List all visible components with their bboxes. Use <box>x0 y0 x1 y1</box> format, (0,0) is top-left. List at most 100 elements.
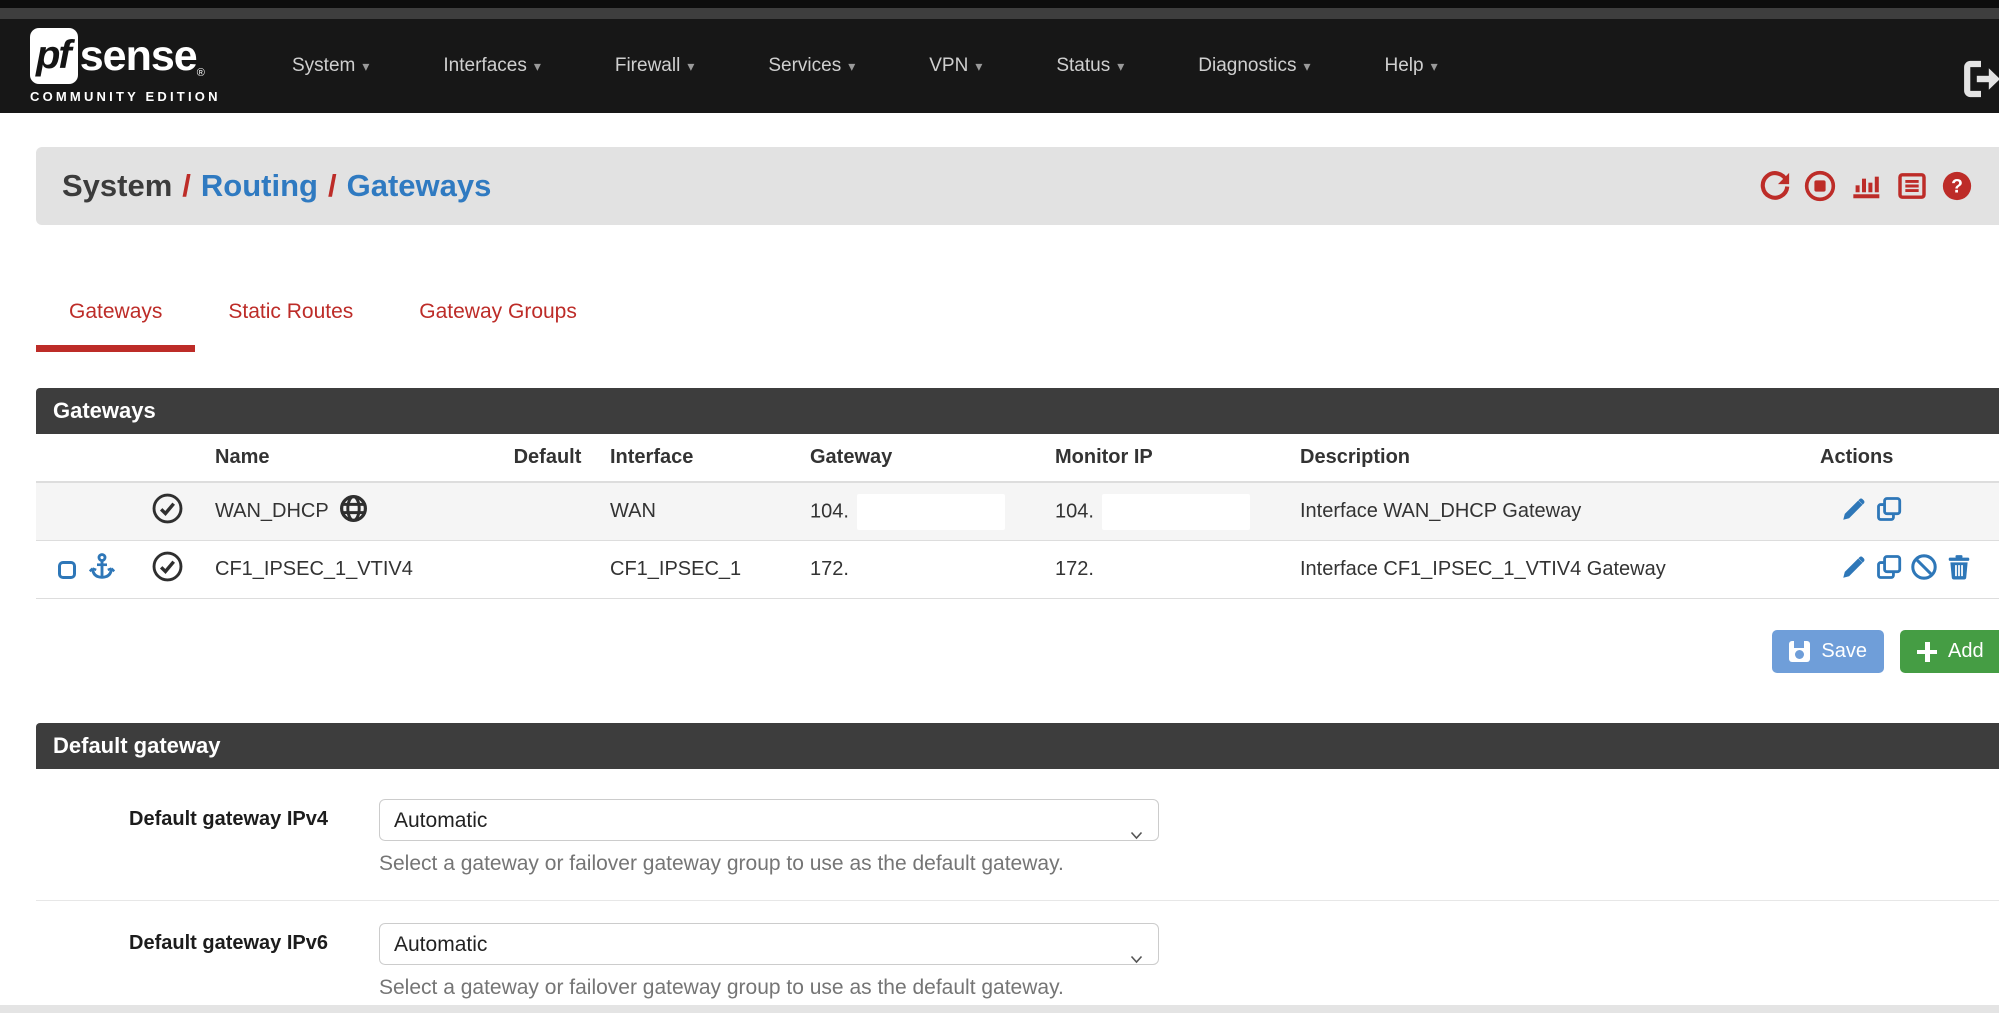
nav-item-status[interactable]: Status▾ <box>1019 55 1161 77</box>
tab-static-routes[interactable]: Static Routes <box>195 290 386 352</box>
caret-down-icon: ▾ <box>975 58 982 74</box>
plus-icon <box>1917 642 1937 662</box>
save-button[interactable]: Save <box>1772 630 1884 673</box>
breadcrumb-link-routing[interactable]: Routing <box>201 168 318 203</box>
col-actions: Actions <box>1810 434 1999 482</box>
col-name: Name <box>205 434 495 482</box>
table-header-row: Name Default Interface Gateway Monitor I… <box>36 434 1999 482</box>
description-cell: Interface CF1_IPSEC_1_VTIV4 Gateway <box>1290 541 1810 599</box>
copy-icon[interactable] <box>1875 553 1903 587</box>
tab-gateway-groups[interactable]: Gateway Groups <box>386 290 610 352</box>
caret-down-icon: ▾ <box>1303 58 1310 74</box>
nav-item-services[interactable]: Services▾ <box>731 55 892 77</box>
actions-cell <box>1810 541 1999 599</box>
chart-bars-icon[interactable] <box>1849 170 1883 202</box>
logo-edition-text: COMMUNITY EDITION <box>30 89 245 104</box>
check-circle-icon <box>151 508 184 530</box>
col-status <box>130 434 205 482</box>
copy-icon[interactable] <box>1875 495 1903 529</box>
default-gateway-ipv4-help: Select a gateway or failover gateway gro… <box>379 852 1159 876</box>
gateway-name: CF1_IPSEC_1_VTIV4 <box>215 558 413 581</box>
breadcrumb-section: System <box>62 168 172 203</box>
edit-icon[interactable] <box>1840 553 1868 587</box>
check-circle-icon <box>151 566 184 588</box>
col-default: Default <box>495 434 600 482</box>
nav-item-diagnostics[interactable]: Diagnostics▾ <box>1161 55 1347 77</box>
default-gateway-ipv6-select[interactable]: Automatic <box>379 923 1159 965</box>
logo-sense-text: sense <box>80 32 197 81</box>
select-cell <box>36 482 130 541</box>
breadcrumb-separator: / <box>182 168 191 203</box>
checkbox-square-icon[interactable] <box>58 561 76 579</box>
breadcrumb: System/Routing/Gateways <box>62 168 491 204</box>
nav-item-vpn[interactable]: VPN▾ <box>892 55 1019 77</box>
refresh-icon[interactable] <box>1759 170 1791 202</box>
interface-cell: WAN <box>600 482 800 541</box>
delete-icon[interactable] <box>1945 553 1973 587</box>
status-cell <box>130 482 205 541</box>
caret-down-icon: ▾ <box>687 58 694 74</box>
caret-down-icon: ▾ <box>534 58 541 74</box>
default-cell <box>495 541 600 599</box>
interface-cell: CF1_IPSEC_1 <box>600 541 800 599</box>
form-row-ipv6: Default gateway IPv6 Automatic Select a … <box>36 900 1999 1013</box>
disable-icon[interactable] <box>1910 553 1938 587</box>
default-gateway-ipv4-select[interactable]: Automatic <box>379 799 1159 841</box>
nav-item-interfaces[interactable]: Interfaces▾ <box>406 55 577 77</box>
select-cell <box>36 541 130 599</box>
top-gray-strip <box>0 8 1999 19</box>
caret-down-icon: ▾ <box>1117 58 1124 74</box>
gateway-cell: 172. <box>800 541 1045 599</box>
tab-gateways[interactable]: Gateways <box>36 290 195 352</box>
list-icon[interactable] <box>1896 170 1928 202</box>
top-edge-strip <box>0 0 1999 8</box>
breadcrumb-link-gateways[interactable]: Gateways <box>347 168 492 203</box>
table-row: WAN_DHCP WAN 104. 104. Interface <box>36 482 1999 541</box>
caret-down-icon: ▾ <box>362 58 369 74</box>
col-gateway: Gateway <box>800 434 1045 482</box>
gateway-name: WAN_DHCP <box>215 500 329 523</box>
col-monitor-ip: Monitor IP <box>1045 434 1290 482</box>
redaction-box <box>1102 494 1250 530</box>
form-row-ipv4: Default gateway IPv4 Automatic Select a … <box>36 777 1999 900</box>
default-gateway-panel-title: Default gateway <box>36 723 1999 769</box>
name-cell: CF1_IPSEC_1_VTIV4 <box>205 541 495 599</box>
caret-down-icon: ▾ <box>1431 58 1438 74</box>
nav-item-firewall[interactable]: Firewall▾ <box>578 55 731 77</box>
monitor-ip-cell: 172. <box>1045 541 1290 599</box>
col-interface: Interface <box>600 434 800 482</box>
default-gateway-ipv6-help: Select a gateway or failover gateway gro… <box>379 976 1159 1000</box>
help-icon[interactable]: ? <box>1941 170 1973 202</box>
col-select <box>36 434 130 482</box>
default-gateway-ipv6-label: Default gateway IPv6 <box>36 923 328 1000</box>
status-cell <box>130 541 205 599</box>
breadcrumb-bar: System/Routing/Gateways <box>36 147 1999 225</box>
nav-menu: System▾ Interfaces▾ Firewall▾ Services▾ … <box>255 55 1475 77</box>
anchor-icon <box>87 552 117 588</box>
save-icon <box>1789 641 1810 662</box>
edit-icon[interactable] <box>1840 495 1868 529</box>
table-actions-row: Save Add <box>36 630 1999 673</box>
monitor-ip-cell: 104. <box>1045 482 1290 541</box>
sign-out-icon[interactable] <box>1958 59 1999 99</box>
main-navbar: pfsense® COMMUNITY EDITION System▾ Inter… <box>0 19 1999 113</box>
pfsense-logo[interactable]: pfsense® COMMUNITY EDITION <box>30 28 245 104</box>
gateways-panel: Gateways Name Default Interface Gateway … <box>36 388 1999 599</box>
nav-item-help[interactable]: Help▾ <box>1348 55 1475 77</box>
description-cell: Interface WAN_DHCP Gateway <box>1290 482 1810 541</box>
caret-down-icon: ▾ <box>848 58 855 74</box>
page-bottom-strip <box>0 1005 1999 1013</box>
globe-icon <box>338 493 369 530</box>
svg-text:?: ? <box>1951 177 1963 198</box>
breadcrumb-actions: ? <box>1759 147 1973 225</box>
actions-cell <box>1810 482 1999 541</box>
default-gateway-ipv4-label: Default gateway IPv4 <box>36 799 328 876</box>
gateways-table: Name Default Interface Gateway Monitor I… <box>36 434 1999 599</box>
redaction-box <box>857 494 1005 530</box>
nav-item-system[interactable]: System▾ <box>255 55 406 77</box>
stop-circle-icon[interactable] <box>1804 170 1836 202</box>
gateways-panel-title: Gateways <box>36 388 1999 434</box>
add-button[interactable]: Add <box>1900 630 1999 673</box>
col-description: Description <box>1290 434 1810 482</box>
gateway-cell: 104. <box>800 482 1045 541</box>
